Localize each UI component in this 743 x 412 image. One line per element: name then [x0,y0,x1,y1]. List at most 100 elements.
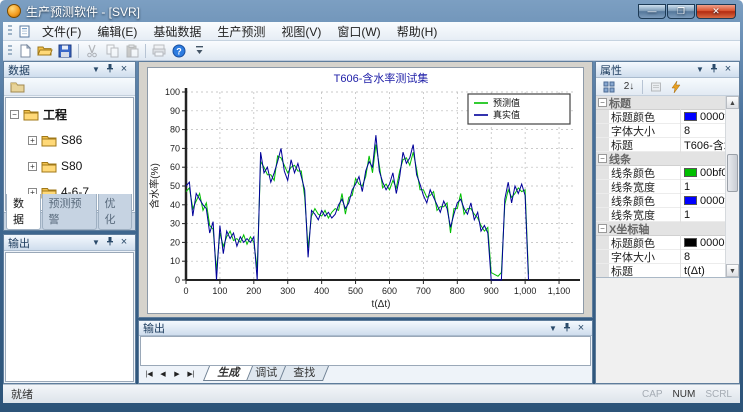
categorized-view-icon[interactable] [599,78,619,96]
chevron-down-icon[interactable]: ▼ [89,236,103,249]
scrollbar-thumb[interactable] [727,154,738,192]
first-tab-button[interactable]: |◀ [142,368,156,381]
close-icon[interactable]: × [117,236,131,249]
print-icon[interactable] [149,42,169,60]
menu-item-7[interactable]: 帮助(H) [389,22,446,41]
collapse-icon[interactable]: − [598,98,607,107]
property-value[interactable]: 0000ff [681,111,725,123]
next-tab-button[interactable]: ▶ [170,368,184,381]
project-folder-button[interactable] [7,78,27,96]
tab-数据[interactable]: 数据 [6,194,41,230]
tree-item-S86[interactable]: +S86 [6,127,133,153]
menu-item-4[interactable]: 生产预测 [209,22,273,41]
property-row[interactable]: 标题t(Δt) [596,264,725,278]
output-left-body [5,252,134,382]
color-swatch [684,112,697,121]
y-tick-label: 40 [170,200,180,210]
property-value[interactable]: 1 [681,209,725,221]
main-toolbar: ? [3,41,740,61]
x-axis-label: t(Δt) [372,299,391,310]
line-chart: 0102030405060708090100010020030040050060… [148,68,585,311]
y-axis-label: 含水率(%) [148,163,161,209]
properties-toolbar: 2↓ [596,78,739,96]
status-key-SCRL: SCRL [705,389,732,400]
property-value[interactable]: 1 [681,181,725,193]
property-value-text: 00bf00 [700,167,725,179]
property-value[interactable]: t(Δt) [681,265,725,277]
output-tab-生成[interactable]: 生成 [203,366,253,381]
collapse-icon[interactable]: − [598,154,607,163]
chart-legend: 预测值真实值 [468,94,570,124]
chart-container: 0102030405060708090100010020030040050060… [147,67,584,314]
x-tick-label: 600 [382,286,397,296]
property-value[interactable]: T606-含水... [681,137,725,153]
close-icon[interactable]: × [117,63,131,76]
output-tab-label: 生成 [217,366,239,380]
toolbar-grip-icon [8,45,12,57]
prev-tab-button[interactable]: ◀ [156,368,170,381]
expand-icon[interactable]: + [28,136,37,145]
new-icon[interactable] [15,42,35,60]
paste-icon[interactable] [122,42,142,60]
toolbar-overflow-icon[interactable] [189,42,209,60]
x-tick-label: 200 [246,286,261,296]
property-value[interactable]: 8 [681,251,725,263]
copy-icon[interactable] [102,42,122,60]
help-icon[interactable]: ? [169,42,189,60]
property-pages-icon[interactable] [646,78,666,96]
collapse-icon[interactable]: − [10,110,19,119]
workspace: 数据 ▼ × −工程+S86+S80+4-6-7 数据预测预警优化 输出 [3,61,740,384]
output-left-panel: 输出 ▼ × [3,234,136,384]
property-value[interactable]: 0000ff [681,195,725,207]
scroll-up-icon[interactable]: ▲ [726,96,739,109]
property-value[interactable]: 000000 [681,237,725,249]
close-icon[interactable]: × [574,322,588,335]
legend-label: 真实值 [493,109,520,120]
tree-item-S80[interactable]: + S80 [6,153,133,179]
events-lightning-icon[interactable] [666,78,686,96]
tree-item-label: 工程 [43,106,67,123]
expand-icon[interactable]: + [28,162,37,171]
menu-item-2[interactable]: 编辑(E) [89,22,145,41]
save-icon[interactable] [55,42,75,60]
cut-icon[interactable] [82,42,102,60]
close-button[interactable]: ✕ [696,4,736,19]
menu-item-1[interactable]: 文件(F) [34,22,89,41]
collapse-icon[interactable]: − [598,224,607,233]
pin-icon[interactable] [103,63,117,76]
app-icon [7,4,21,18]
pin-icon[interactable] [560,322,574,335]
scroll-down-icon[interactable]: ▼ [726,264,739,277]
property-value[interactable]: 00bf00 [681,167,725,179]
maximize-button[interactable]: ❐ [667,4,695,19]
pin-icon[interactable] [103,236,117,249]
output-tab-查找[interactable]: 查找 [279,366,329,381]
data-panel-header: 数据 ▼ × [4,62,135,78]
menu-item-3[interactable]: 基础数据 [145,22,209,41]
last-tab-button[interactable]: ▶| [184,368,198,381]
property-value[interactable]: 8 [681,125,725,137]
y-tick-label: 70 [170,143,180,153]
x-tick-label: 300 [280,286,295,296]
window-frame-bottom [3,403,740,412]
sort-alphabetical-icon[interactable]: 2↓ [619,78,639,96]
folder-icon [10,81,25,93]
property-value-text: 1 [684,181,690,193]
tab-预测预警[interactable]: 预测预警 [42,194,97,230]
chevron-down-icon[interactable]: ▼ [693,63,707,76]
status-key-NUM: NUM [673,389,696,400]
menu-item-5[interactable]: 视图(V) [273,22,329,41]
pin-icon[interactable] [707,63,721,76]
chevron-down-icon[interactable]: ▼ [89,63,103,76]
properties-scrollbar[interactable]: ▲ ▼ [725,96,739,277]
tree-item-工程[interactable]: − 工程 [6,101,133,127]
menu-item-6[interactable]: 窗口(W) [329,22,388,41]
color-swatch [684,168,697,177]
y-tick-label: 30 [170,219,180,229]
chevron-down-icon[interactable]: ▼ [546,322,560,335]
tree-item-label: S80 [61,159,82,173]
minimize-button[interactable]: — [638,4,666,19]
close-icon[interactable]: × [721,63,735,76]
tab-优化[interactable]: 优化 [98,194,133,230]
open-icon[interactable] [35,42,55,60]
